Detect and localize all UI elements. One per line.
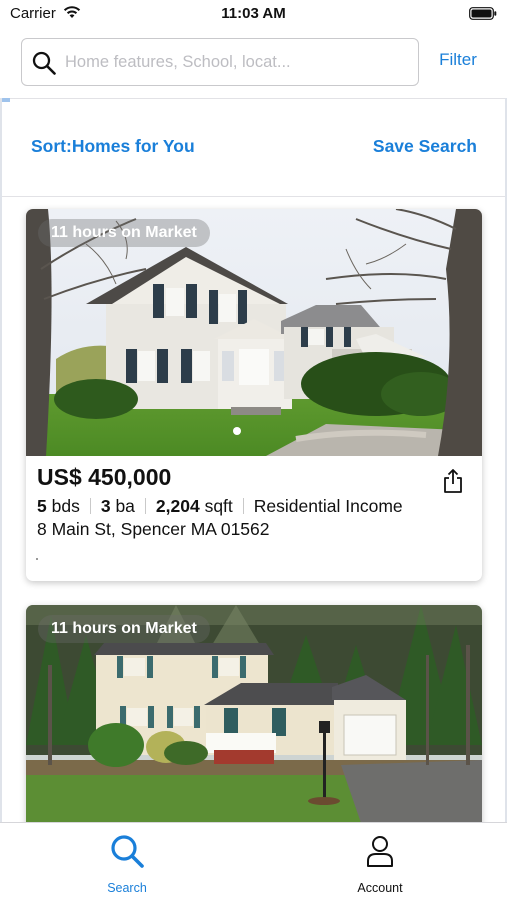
- search-field[interactable]: [21, 38, 419, 86]
- share-icon[interactable]: [442, 468, 464, 494]
- market-time-badge: 11 hours on Market: [38, 615, 210, 643]
- listing-facts: 5 bds 3 ba 2,204 sqft Residential Income: [37, 496, 403, 517]
- search-input[interactable]: [65, 39, 410, 85]
- battery-icon: [469, 7, 497, 20]
- sqft-value: 2,204: [155, 496, 200, 516]
- photo-page-indicator: [233, 427, 241, 435]
- listing-price: US$ 450,000: [37, 464, 172, 490]
- status-bar: Carrier 11:03 AM: [0, 0, 507, 30]
- property-type: Residential Income: [253, 496, 403, 516]
- facts-separator: [144, 498, 146, 514]
- listing-card[interactable]: 11 hours on Market US$ 450,000 5 bds 3 ba…: [26, 209, 482, 581]
- beds-unit: bds: [51, 496, 80, 516]
- person-icon: [367, 836, 393, 867]
- beds-value: 5: [37, 496, 47, 516]
- panel-top-border: [0, 98, 507, 99]
- sqft-unit: sqft: [204, 496, 233, 516]
- panel-left-edge: [0, 98, 2, 823]
- tab-search[interactable]: Search: [67, 823, 187, 900]
- status-time: 11:03 AM: [221, 5, 286, 22]
- sort-button[interactable]: Sort:Homes for You: [31, 136, 195, 157]
- tab-search-label: Search: [107, 881, 147, 895]
- filter-button[interactable]: Filter: [426, 50, 490, 76]
- save-search-button[interactable]: Save Search: [373, 136, 477, 157]
- tab-bar: Search Account: [0, 822, 507, 900]
- search-icon: [111, 835, 144, 868]
- listing-address: 8 Main St, Spencer MA 01562: [37, 519, 270, 539]
- tab-account-label: Account: [357, 881, 403, 895]
- tab-account[interactable]: Account: [320, 823, 440, 900]
- card-footer-mark: [36, 558, 38, 560]
- baths-value: 3: [100, 496, 111, 516]
- market-time-badge: 11 hours on Market: [38, 219, 210, 247]
- listing-photo[interactable]: 11 hours on Market: [26, 209, 482, 456]
- sort-bar-divider: [2, 196, 505, 197]
- facts-separator: [89, 498, 91, 514]
- baths-unit: ba: [115, 496, 135, 516]
- listing-photo[interactable]: 11 hours on Market: [26, 605, 482, 852]
- facts-separator: [242, 498, 244, 514]
- search-icon: [32, 51, 56, 75]
